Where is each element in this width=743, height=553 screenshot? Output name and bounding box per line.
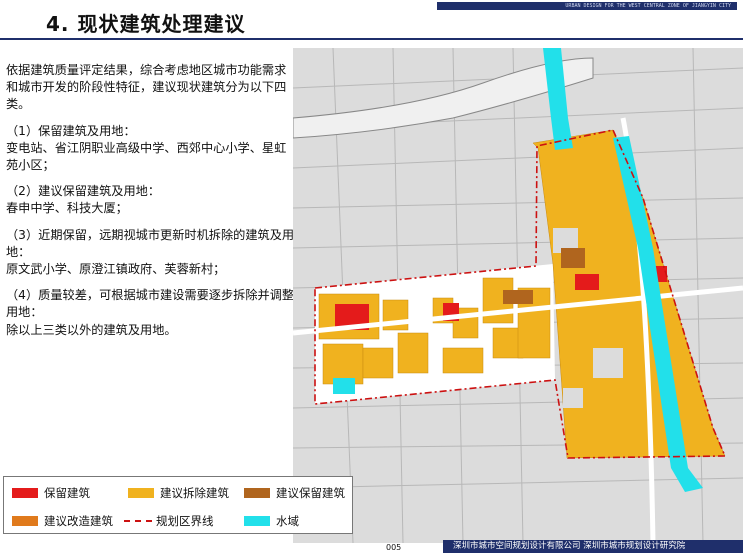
category-heading: （3）近期保留，远期视城市更新时机拆除的建筑及用地： [6,227,295,259]
header-divider [0,38,743,40]
category-heading: （2）建议保留建筑及用地： [6,184,161,199]
site-map [293,48,743,543]
legend-label: 水域 [276,514,299,528]
legend-label: 建议保留建筑 [276,486,345,500]
category-item-4: （4）质量较差，可根据城市建设需要逐步拆除并调整用地： 除以上三类以外的建筑及用… [6,287,296,339]
legend-swatch [244,516,270,526]
legend-label: 建议改造建筑 [44,514,113,528]
category-detail: 变电站、省江阴职业高级中学、西郊中心小学、星虹苑小区； [6,140,287,173]
category-item-1: （1）保留建筑及用地： 变电站、省江阴职业高级中学、西郊中心小学、星虹苑小区； [6,123,296,175]
category-detail: 除以上三类以外的建筑及用地。 [6,322,177,337]
map-legend: 保留建筑 建议拆除建筑 建议保留建筑 建议改造建筑 规划区界线 水域 [3,476,353,534]
legend-item-suggest-retain: 建议保留建筑 [244,485,345,501]
category-heading: （1）保留建筑及用地： [6,123,136,138]
legend-swatch [12,516,38,526]
site-map-image [293,48,743,543]
intro-paragraph: 依据建筑质量评定结果，综合考虑地区城市功能需求和城市开发的阶段性特征，建议现状建… [6,63,287,112]
header-tagline: URBAN DESIGN FOR THE WEST CENTRAL ZONE O… [437,2,737,10]
category-detail: 春申中学、科技大厦； [6,201,128,216]
legend-swatch [128,488,154,498]
legend-item-retain: 保留建筑 [12,485,90,501]
legend-item-demolish: 建议拆除建筑 [128,485,229,501]
category-item-3: （3）近期保留，远期视城市更新时机拆除的建筑及用地： 原文武小学、原澄江镇政府、… [6,227,296,279]
legend-item-boundary: 规划区界线 [124,513,214,529]
description-text: 依据建筑质量评定结果，综合考虑地区城市功能需求和城市开发的阶段性特征，建议现状建… [6,62,296,348]
page-title: 4. 现状建筑处理建议 [46,12,246,36]
boundary-line-swatch [124,516,152,526]
page-number: 005 [386,543,402,552]
category-detail: 原文武小学、原澄江镇政府、芙蓉新村； [6,262,226,277]
category-heading: （4）质量较差，可根据城市建设需要逐步拆除并调整用地： [6,288,295,320]
footer-organization: 深圳市城市空间规划设计有限公司 深圳市城市规划设计研究院 [443,540,743,553]
legend-label: 规划区界线 [156,514,214,528]
category-item-2: （2）建议保留建筑及用地： 春申中学、科技大厦； [6,183,296,217]
header-bar: 4. 现状建筑处理建议 URBAN DESIGN FOR THE WEST CE… [0,0,743,38]
legend-item-water: 水域 [244,513,299,529]
legend-label: 建议拆除建筑 [160,486,229,500]
legend-item-renovate: 建议改造建筑 [12,513,113,529]
legend-swatch [12,488,38,498]
legend-swatch [244,488,270,498]
legend-label: 保留建筑 [44,486,90,500]
